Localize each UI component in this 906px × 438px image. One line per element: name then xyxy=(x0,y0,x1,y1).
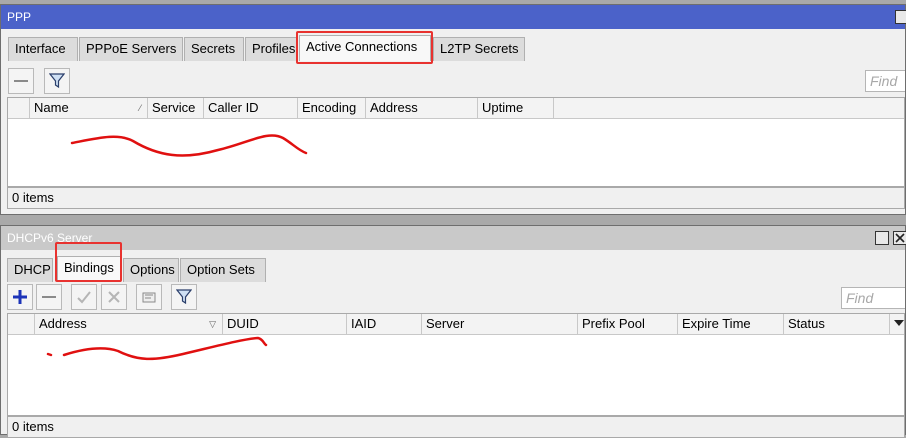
bindings-table[interactable]: Address ▽ DUID IAID Server Prefix Pool E… xyxy=(7,313,905,416)
tab-bindings[interactable]: Bindings xyxy=(57,256,121,282)
tab-dhcp[interactable]: DHCP xyxy=(7,258,53,282)
dhcpv6-status-bar: 0 items xyxy=(7,416,905,438)
column-expire-time[interactable]: Expire Time xyxy=(678,314,784,334)
enable-button[interactable] xyxy=(71,284,97,310)
ppp-table[interactable]: Name ⁄ Service Caller ID Encoding Addres… xyxy=(7,97,905,187)
disable-button[interactable] xyxy=(101,284,127,310)
tab-l2tp-secrets[interactable]: L2TP Secrets xyxy=(433,37,525,61)
ppp-window-title: PPP xyxy=(7,10,32,24)
tab-profiles[interactable]: Profiles xyxy=(245,37,297,61)
column-server[interactable]: Server xyxy=(422,314,578,334)
tab-active-connections[interactable]: Active Connections xyxy=(299,35,431,61)
dhcpv6-window-title: DHCPv6 Server xyxy=(7,231,93,245)
dropdown-icon xyxy=(894,320,904,326)
tab-pppoe-servers[interactable]: PPPoE Servers xyxy=(79,37,183,61)
ppp-toolbar: Find xyxy=(5,68,905,96)
add-button[interactable] xyxy=(7,284,33,310)
ppp-titlebar[interactable]: PPP xyxy=(1,5,906,29)
find-input[interactable]: Find xyxy=(865,70,905,92)
cross-icon xyxy=(108,291,120,303)
tab-options[interactable]: Options xyxy=(123,258,179,282)
ppp-window: PPP Interface PPPoE Servers Secrets Prof… xyxy=(0,4,906,215)
column-status[interactable]: Status xyxy=(784,314,890,334)
column-address[interactable]: Address xyxy=(366,98,478,118)
tab-interface[interactable]: Interface xyxy=(8,37,78,61)
column-uptime[interactable]: Uptime xyxy=(478,98,554,118)
dhcpv6-window: DHCPv6 Server DHCP Bindings Options Opti… xyxy=(0,225,906,438)
find-input[interactable]: Find xyxy=(841,287,905,309)
restore-window-icon[interactable] xyxy=(895,10,906,24)
column-chooser[interactable] xyxy=(890,314,906,334)
dhcpv6-toolbar: Find xyxy=(5,284,905,312)
filter-button[interactable] xyxy=(44,68,70,94)
column-prefix-pool[interactable]: Prefix Pool xyxy=(578,314,678,334)
filter-icon xyxy=(176,289,192,305)
filter-icon xyxy=(49,73,65,89)
column-iaid[interactable]: IAID xyxy=(347,314,422,334)
comment-button[interactable] xyxy=(136,284,162,310)
remove-button[interactable] xyxy=(36,284,62,310)
close-icon[interactable] xyxy=(893,231,906,245)
remove-icon xyxy=(14,80,28,82)
add-icon xyxy=(13,290,27,304)
remove-icon xyxy=(42,296,56,298)
redaction-scribble xyxy=(70,134,308,157)
tab-secrets[interactable]: Secrets xyxy=(184,37,244,61)
tab-option-sets[interactable]: Option Sets xyxy=(180,258,266,282)
restore-window-icon[interactable] xyxy=(875,231,889,245)
ppp-status-bar: 0 items xyxy=(7,187,905,209)
check-icon xyxy=(77,291,91,304)
dhcpv6-titlebar[interactable]: DHCPv6 Server xyxy=(1,226,906,250)
remove-button[interactable] xyxy=(8,68,34,94)
comment-icon xyxy=(142,292,156,303)
filter-button[interactable] xyxy=(171,284,197,310)
close-x-icon xyxy=(895,233,905,243)
redaction-scribble xyxy=(46,336,268,361)
